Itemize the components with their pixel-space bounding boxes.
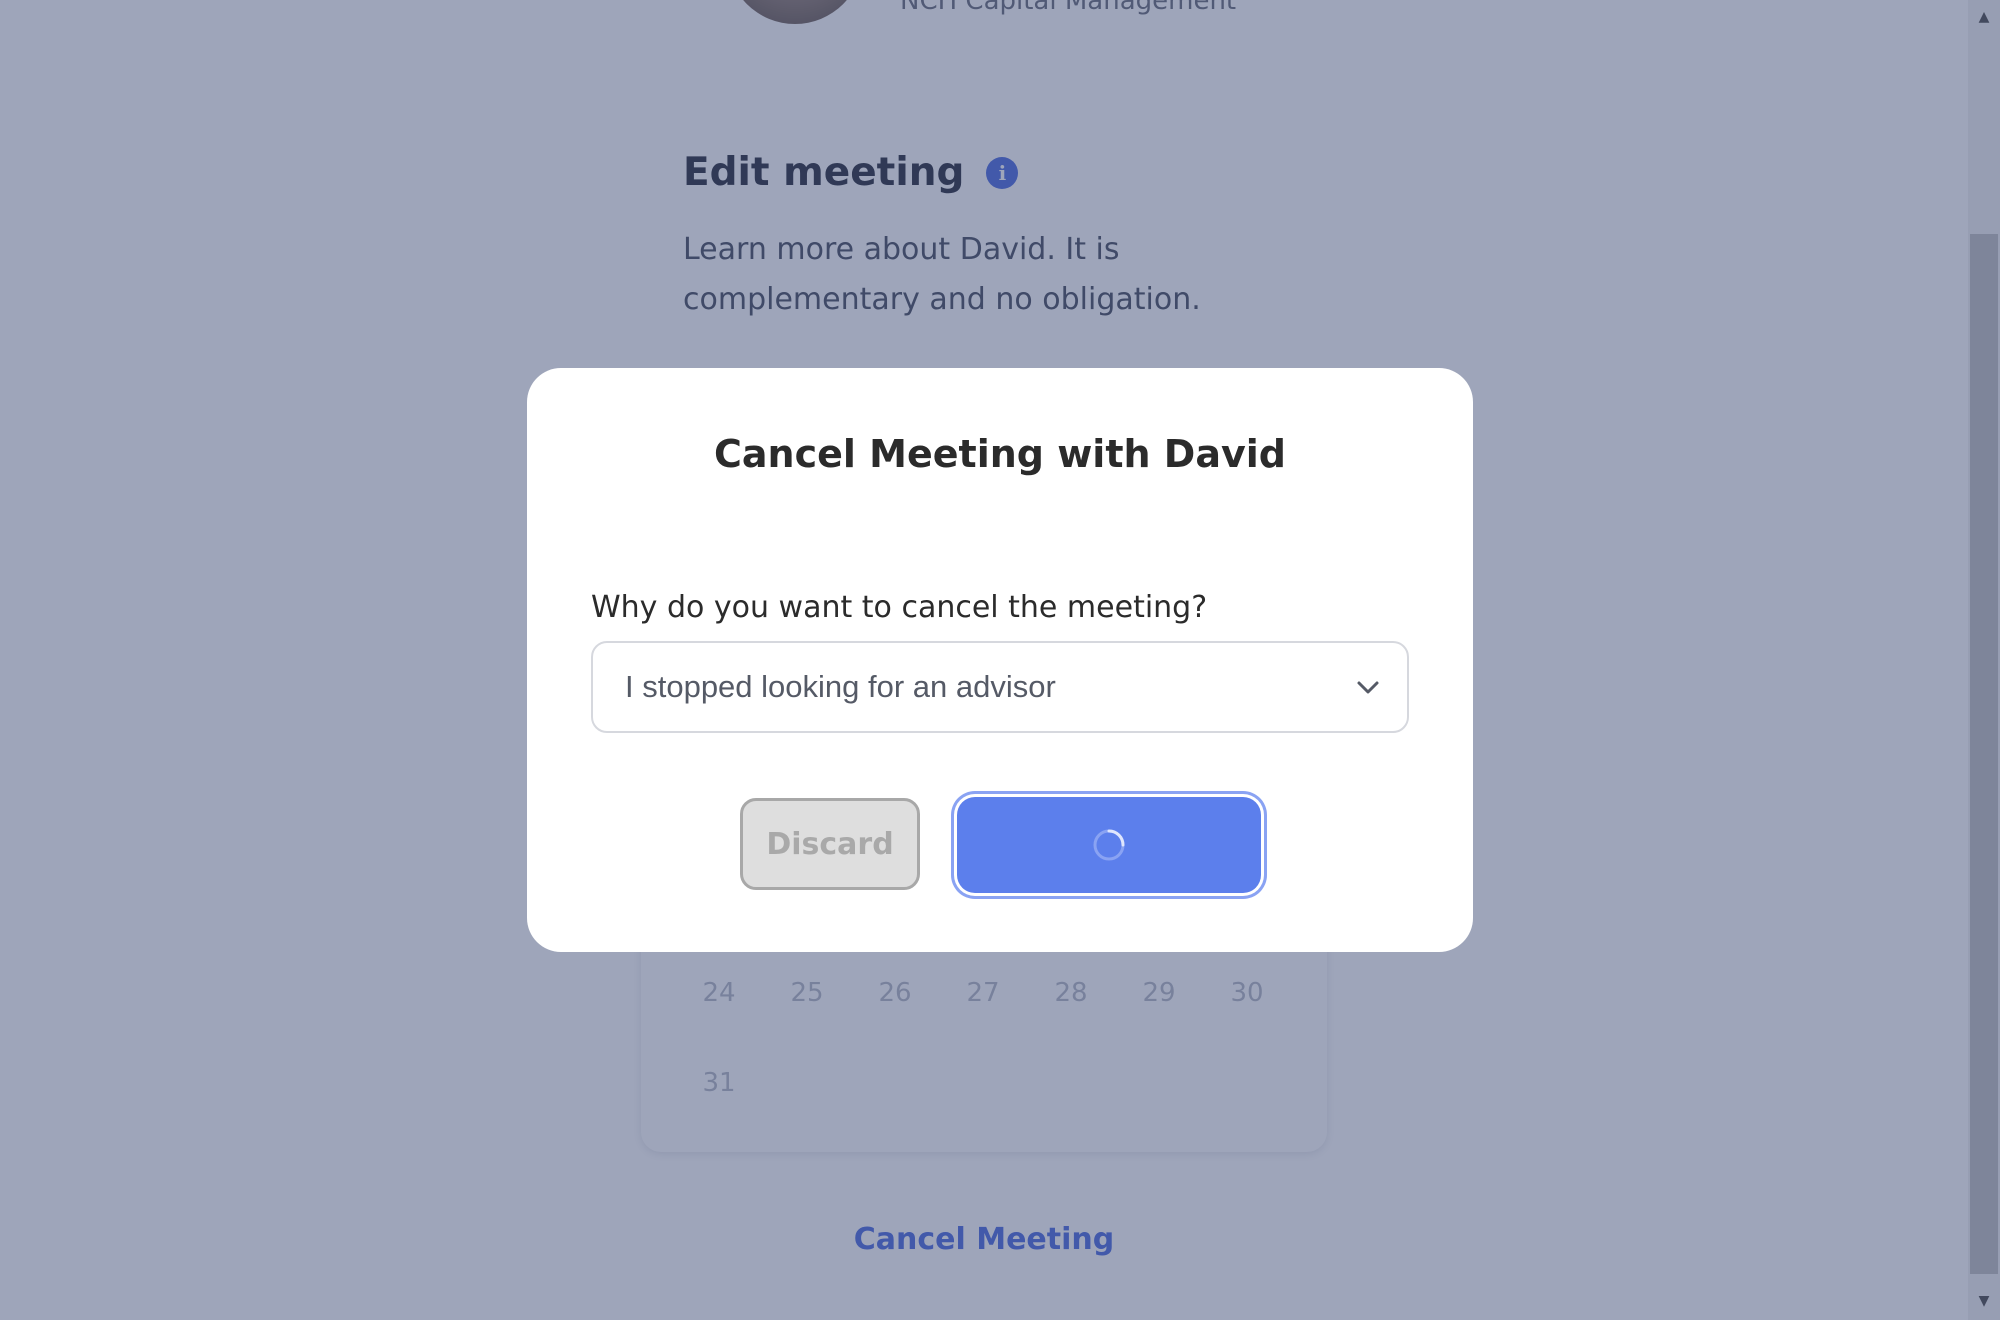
cancel-reason-select[interactable]: I stopped looking for an advisor: [591, 641, 1409, 733]
chevron-down-icon: [1357, 681, 1379, 694]
discard-button[interactable]: Discard: [740, 798, 920, 890]
confirm-cancel-button[interactable]: [957, 797, 1261, 893]
cancel-meeting-dialog: Cancel Meeting with David Why do you wan…: [527, 368, 1473, 952]
spinner-icon: [1093, 829, 1125, 861]
cancel-reason-value: I stopped looking for an advisor: [625, 669, 1056, 704]
cancel-reason-label: Why do you want to cancel the meeting?: [591, 590, 1208, 625]
dialog-title: Cancel Meeting with David: [714, 432, 1286, 476]
